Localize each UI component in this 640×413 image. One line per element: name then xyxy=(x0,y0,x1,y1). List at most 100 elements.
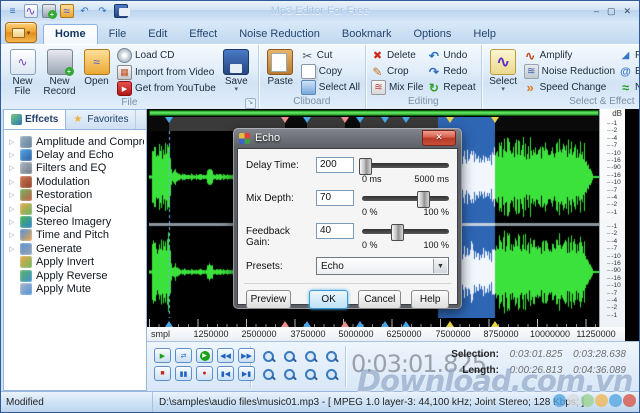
crop-button[interactable]: Crop xyxy=(371,64,423,79)
expander-icon[interactable]: ▷ xyxy=(9,151,16,159)
tab-edit[interactable]: Edit xyxy=(137,25,178,44)
load-cd-button[interactable]: Load CD xyxy=(117,48,216,63)
expander-icon[interactable]: ▷ xyxy=(9,138,16,146)
blue-marker-icon[interactable] xyxy=(381,117,389,123)
expander-icon[interactable]: ▷ xyxy=(9,191,16,199)
go-to-end-button[interactable]: ▶▮ xyxy=(238,366,255,381)
save-button[interactable] xyxy=(113,4,130,18)
pink-marker-icon[interactable] xyxy=(281,117,289,123)
fade-button[interactable]: Fade xyxy=(619,48,639,63)
tree-item-apply-invert[interactable]: Apply Invert xyxy=(6,256,144,269)
blue-marker-icon[interactable] xyxy=(165,117,173,123)
expander-icon[interactable]: ▷ xyxy=(9,164,16,172)
tab-help[interactable]: Help xyxy=(462,25,507,44)
ok-button[interactable]: OK xyxy=(308,290,349,309)
new-file-button[interactable] xyxy=(23,4,38,18)
tree-item-apply-mute[interactable]: Apply Mute xyxy=(6,282,144,295)
tree-item-special[interactable]: ▷ Special xyxy=(6,202,144,215)
zoom-reset-button[interactable] xyxy=(323,367,341,383)
zoom-selection-button[interactable] xyxy=(302,349,320,365)
mix-depth-slider[interactable]: 0 % 100 % xyxy=(362,190,449,218)
amplify-button[interactable]: Amplify xyxy=(524,48,615,63)
paste-button[interactable]: Paste xyxy=(262,47,299,96)
zoom-vertical-out-button[interactable] xyxy=(281,367,299,383)
mix-depth-input[interactable]: 70 xyxy=(316,190,354,206)
tab-options[interactable]: Options xyxy=(402,25,462,44)
blue-marker-icon[interactable] xyxy=(402,117,410,123)
repeat-button[interactable]: Repeat xyxy=(427,80,475,95)
zoom-level-button[interactable] xyxy=(302,367,320,383)
minimize-button[interactable]: – xyxy=(594,6,599,17)
expander-icon[interactable]: ▷ xyxy=(9,231,16,239)
play-button[interactable]: ▶ xyxy=(154,348,171,363)
feedback-gain-input[interactable]: 40 xyxy=(316,223,354,239)
dialog-close-button[interactable]: ✕ xyxy=(422,130,456,146)
yellow-marker-icon[interactable] xyxy=(446,117,454,123)
import-from-video-button[interactable]: Import from Video xyxy=(117,64,216,80)
overview-bar[interactable] xyxy=(149,110,599,116)
zoom-all-button[interactable] xyxy=(323,349,341,365)
speed-change-button[interactable]: Speed Change xyxy=(524,80,615,95)
pause-button[interactable]: ▮▮ xyxy=(175,366,192,381)
maximize-button[interactable]: ▢ xyxy=(607,6,616,17)
application-menu-button[interactable]: ▾ xyxy=(5,22,37,43)
dialog-title-bar[interactable]: Echo ✕ xyxy=(233,128,462,148)
panel-tab-effcets[interactable]: Effcets xyxy=(4,110,67,129)
tab-effect[interactable]: Effect xyxy=(178,25,228,44)
zoom-vertical-in-button[interactable] xyxy=(260,367,278,383)
blue-marker-icon[interactable] xyxy=(356,117,364,123)
go-to-start-button[interactable]: ▮◀ xyxy=(217,366,234,381)
help-button[interactable]: Help xyxy=(411,290,449,309)
expander-icon[interactable]: ▷ xyxy=(9,205,16,213)
new-record-button[interactable] xyxy=(41,4,57,19)
fast-forward-button[interactable]: ▶▶ xyxy=(238,348,255,363)
select-button[interactable]: Select▾ xyxy=(485,47,522,96)
slider-thumb[interactable] xyxy=(416,191,430,208)
delay-time-input[interactable]: 200 xyxy=(316,157,354,173)
mix-file-button[interactable]: Mix File xyxy=(370,80,423,95)
open-button[interactable] xyxy=(59,4,74,18)
noise-reduction-button[interactable]: Noise Reduction xyxy=(523,64,615,79)
loop-button[interactable]: ⇄ xyxy=(175,348,192,363)
tree-item-time-and-pitch[interactable]: ▷ Time and Pitch xyxy=(6,229,144,242)
tree-item-generate[interactable]: ▷ Generate xyxy=(6,242,144,255)
save-button[interactable]: Save ▾ xyxy=(218,47,255,97)
slider-thumb[interactable] xyxy=(390,224,404,241)
tree-item-delay-and-echo[interactable]: ▷ Delay and Echo xyxy=(6,148,144,162)
get-from-youtube-button[interactable]: Get from YouTube xyxy=(117,81,216,96)
rewind-button[interactable]: ◀◀ xyxy=(217,348,234,363)
new-record-button[interactable]: New Record xyxy=(41,47,78,97)
undo-button[interactable]: Undo xyxy=(427,48,475,63)
zoom-out-button[interactable] xyxy=(281,349,299,365)
expander-icon[interactable]: ▷ xyxy=(9,178,16,186)
tree-item-restoration[interactable]: ▷ Restoration xyxy=(6,189,144,202)
tree-item-apply-reverse[interactable]: Apply Reverse xyxy=(6,269,144,282)
open-button[interactable]: Open xyxy=(78,47,115,97)
tab-home[interactable]: Home xyxy=(43,24,98,44)
undo-button[interactable]: ↶ xyxy=(77,4,92,18)
pink-marker-icon[interactable] xyxy=(341,117,349,123)
redo-button[interactable]: ↷ xyxy=(95,4,110,18)
blue-marker-icon[interactable] xyxy=(303,117,311,123)
menu-button[interactable]: ≡ xyxy=(5,4,20,18)
delete-button[interactable]: Delete xyxy=(371,48,423,63)
cancel-button[interactable]: Cancel xyxy=(358,290,402,309)
select-all-button[interactable]: Select All xyxy=(300,80,360,95)
new-file-button[interactable]: New File xyxy=(4,47,41,97)
cut-button[interactable]: Cut xyxy=(301,48,360,63)
tab-file[interactable]: File xyxy=(98,25,138,44)
tab-noise-reduction[interactable]: Noise Reduction xyxy=(228,25,331,44)
tree-item-filters-and-eq[interactable]: ▷ Filters and EQ xyxy=(6,162,144,175)
presets-dropdown[interactable]: Echo ▼ xyxy=(316,257,449,275)
panel-tab-favorites[interactable]: Favorites xyxy=(66,110,137,129)
stop-button[interactable]: ■ xyxy=(154,366,171,381)
redo-button[interactable]: Redo xyxy=(427,64,475,79)
delay-time-slider[interactable]: 0 ms 5000 ms xyxy=(359,157,449,185)
tree-item-amplitude-and-compression[interactable]: ▷ Amplitude and Compression xyxy=(6,135,144,148)
tree-item-modulation[interactable]: ▷ Modulation xyxy=(6,175,144,188)
zoom-in-button[interactable] xyxy=(260,349,278,365)
tree-item-stereo-imagery[interactable]: ▷ Stereo Imagery xyxy=(6,215,144,229)
play-all-button[interactable]: ▶ xyxy=(196,348,213,363)
echo-button[interactable]: Echo xyxy=(619,64,639,79)
record-button[interactable]: ● xyxy=(196,366,213,381)
